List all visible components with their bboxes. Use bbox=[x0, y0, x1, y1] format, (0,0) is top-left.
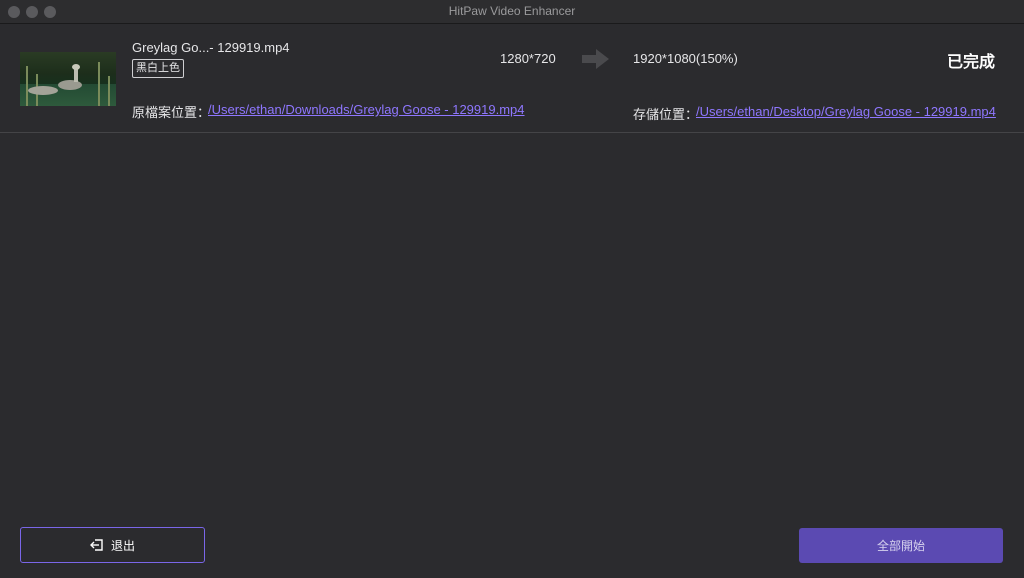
start-all-button-label: 全部開始 bbox=[876, 539, 925, 553]
exit-icon bbox=[89, 539, 103, 551]
file-name: Greylag Go...- 129919.mp4 bbox=[132, 40, 290, 55]
window-title: HitPaw Video Enhancer bbox=[448, 4, 576, 18]
save-path-label: 存儲位置： bbox=[633, 107, 699, 122]
title-bar: HitPaw Video Enhancer bbox=[0, 0, 1024, 24]
exit-button[interactable]: 退出 bbox=[20, 527, 205, 563]
source-path-link[interactable]: /Users/ethan/Downloads/Greylag Goose - 1… bbox=[208, 102, 525, 117]
model-tag: 黑白上色 bbox=[132, 59, 184, 78]
exit-button-label: 退出 bbox=[110, 538, 135, 553]
original-resolution: 1280*720 bbox=[500, 51, 556, 66]
output-resolution: 1920*1080(150%) bbox=[633, 51, 738, 66]
arrow-right-icon bbox=[582, 49, 609, 69]
status-badge: 已完成 bbox=[947, 54, 996, 71]
source-path-label: 原檔案位置： bbox=[132, 105, 211, 120]
start-all-button[interactable]: 全部開始 bbox=[799, 528, 1003, 563]
save-path-link[interactable]: /Users/ethan/Desktop/Greylag Goose - 129… bbox=[696, 104, 996, 119]
app-window: HitPaw Video Enhancer Greylag Go...- 129… bbox=[0, 0, 1024, 578]
video-thumbnail bbox=[20, 52, 116, 106]
